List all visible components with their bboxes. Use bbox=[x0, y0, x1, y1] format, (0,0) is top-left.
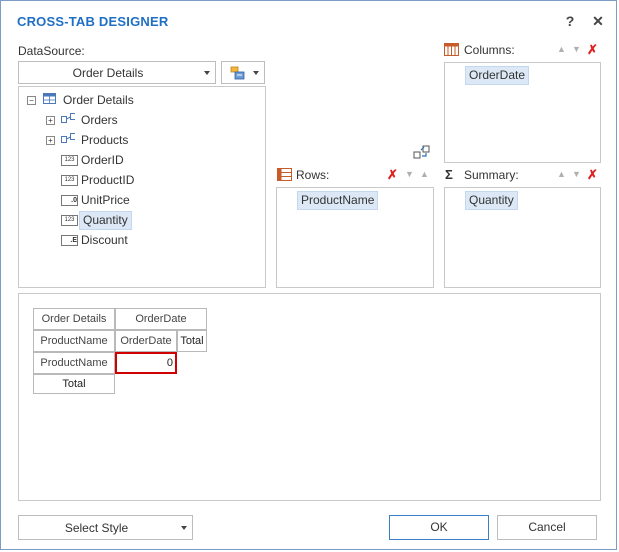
tree-item-label: UnitPrice bbox=[81, 193, 130, 207]
datasource-tools-icon bbox=[230, 66, 245, 80]
rows-drop-area[interactable]: ProductName bbox=[276, 187, 434, 288]
integer-type-icon: 123 bbox=[61, 155, 78, 166]
datasource-options-button[interactable] bbox=[221, 61, 265, 84]
remove-summary-icon[interactable]: ✗ bbox=[587, 168, 598, 181]
move-down-icon[interactable]: ▼ bbox=[572, 44, 581, 54]
dialog-title: CROSS-TAB DESIGNER bbox=[17, 14, 169, 29]
columns-icon bbox=[444, 43, 459, 56]
columns-label: Columns: bbox=[464, 43, 515, 57]
tree-item-label: OrderID bbox=[81, 153, 124, 167]
select-style-label: Select Style bbox=[64, 521, 129, 535]
tree-item-label: Products bbox=[81, 133, 129, 147]
datasource-dropdown[interactable]: Order Details bbox=[18, 61, 216, 84]
row-total-cell: Total bbox=[33, 374, 115, 394]
integer-type-icon: 123 bbox=[61, 175, 78, 186]
expand-icon[interactable]: + bbox=[46, 136, 55, 145]
row-value-cell: ProductName bbox=[33, 352, 115, 374]
ok-button[interactable]: OK bbox=[389, 515, 489, 540]
row-field-chip[interactable]: ProductName bbox=[297, 191, 379, 210]
chevron-down-icon bbox=[204, 71, 210, 75]
move-up-icon[interactable]: ▲ bbox=[420, 169, 429, 179]
column-field-chip[interactable]: OrderDate bbox=[465, 66, 530, 85]
column-total-cell: Total bbox=[177, 330, 207, 352]
chevron-down-icon bbox=[253, 71, 259, 75]
move-down-icon[interactable]: ▼ bbox=[405, 169, 414, 179]
table-icon bbox=[43, 93, 56, 104]
move-up-icon[interactable]: ▲ bbox=[557, 169, 566, 179]
expand-icon[interactable]: + bbox=[46, 116, 55, 125]
tree-root-label: Order Details bbox=[63, 93, 134, 107]
summary-field-chip[interactable]: Quantity bbox=[465, 191, 518, 210]
summary-label: Summary: bbox=[464, 168, 519, 182]
cross-tab-designer-dialog: CROSS-TAB DESIGNER ? ✕ DataSource: Order… bbox=[0, 0, 617, 550]
title-bar: CROSS-TAB DESIGNER ? ✕ bbox=[1, 1, 616, 41]
rows-icon bbox=[277, 168, 292, 181]
column-value-cell: OrderDate bbox=[115, 330, 177, 352]
swap-axes-icon[interactable] bbox=[413, 145, 431, 161]
decimal-type-icon: .0 bbox=[61, 195, 78, 206]
column-header-cell: OrderDate bbox=[115, 308, 207, 330]
tree-item-label: ProductID bbox=[81, 173, 135, 187]
tree-item-label: Quantity bbox=[79, 211, 132, 230]
select-style-dropdown[interactable]: Select Style bbox=[18, 515, 193, 540]
chevron-down-icon bbox=[181, 526, 187, 530]
datasource-label: DataSource: bbox=[18, 44, 85, 58]
row-header-cell: ProductName bbox=[33, 330, 115, 352]
corner-cell: Order Details bbox=[33, 308, 115, 330]
columns-drop-area[interactable]: OrderDate bbox=[444, 62, 601, 163]
relation-icon bbox=[61, 113, 75, 123]
summary-cell[interactable]: 0 bbox=[115, 352, 177, 374]
close-button[interactable]: ✕ bbox=[589, 12, 607, 30]
tree-item-label: Orders bbox=[81, 113, 118, 127]
datasource-value: Order Details bbox=[72, 66, 144, 80]
cancel-button[interactable]: Cancel bbox=[497, 515, 597, 540]
move-down-icon[interactable]: ▼ bbox=[572, 169, 581, 179]
move-up-icon[interactable]: ▲ bbox=[557, 44, 566, 54]
remove-column-icon[interactable]: ✗ bbox=[587, 43, 598, 56]
help-button[interactable]: ? bbox=[561, 12, 579, 30]
integer-type-icon: 123 bbox=[61, 215, 78, 226]
float-type-icon: .E bbox=[61, 235, 78, 246]
relation-icon bbox=[61, 133, 75, 143]
rows-label: Rows: bbox=[296, 168, 330, 182]
field-tree: − Order Details + Orders + Products 123 … bbox=[18, 86, 266, 288]
crosstab-preview: Order Details OrderDate ProductName Orde… bbox=[18, 293, 601, 501]
remove-row-icon[interactable]: ✗ bbox=[387, 168, 398, 181]
sigma-icon: Σ bbox=[445, 167, 453, 182]
tree-item-label: Discount bbox=[81, 233, 128, 247]
summary-drop-area[interactable]: Quantity bbox=[444, 187, 601, 288]
collapse-icon[interactable]: − bbox=[27, 96, 36, 105]
